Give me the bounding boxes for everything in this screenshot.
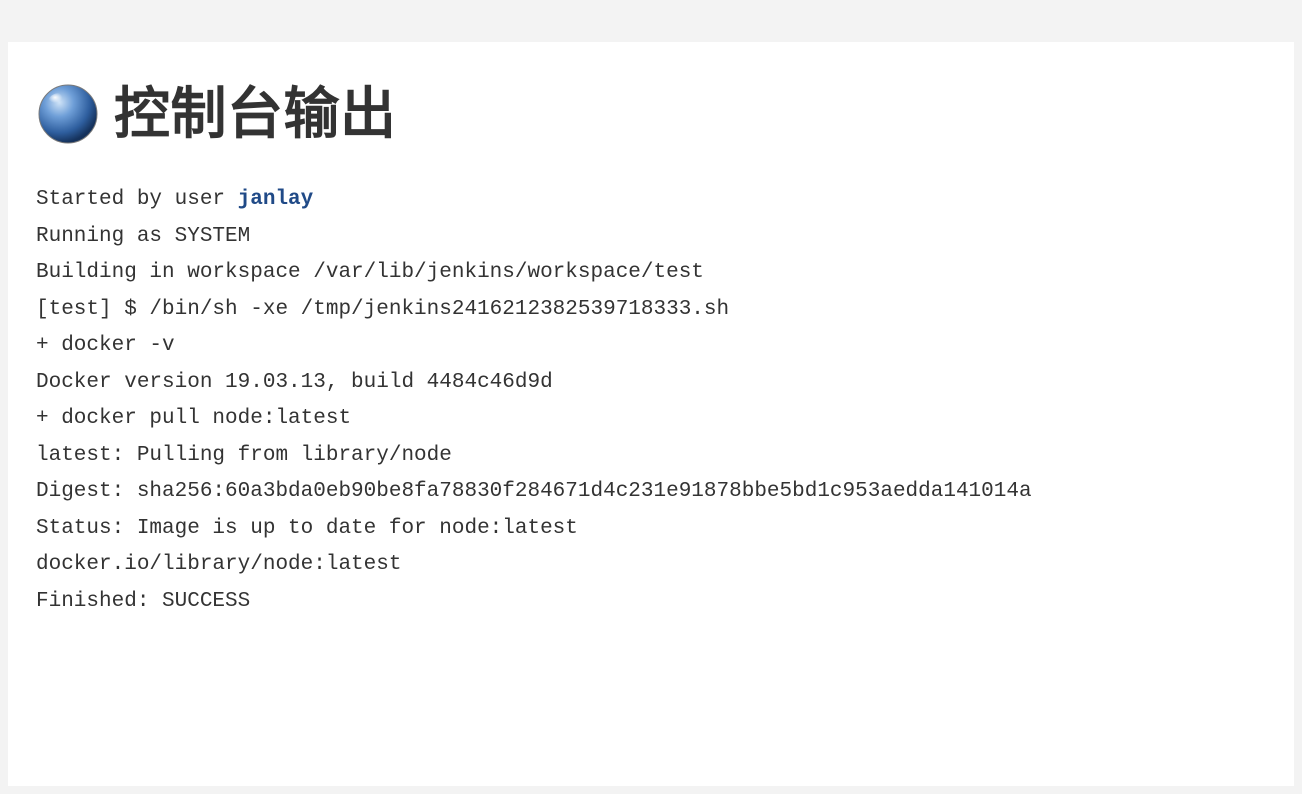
console-line: latest: Pulling from library/node <box>36 438 1266 475</box>
console-line: Building in workspace /var/lib/jenkins/w… <box>36 255 1266 292</box>
console-line: Digest: sha256:60a3bda0eb90be8fa78830f28… <box>36 474 1266 511</box>
console-line: Finished: SUCCESS <box>36 584 1266 621</box>
console-line: + docker -v <box>36 328 1266 365</box>
console-line: Status: Image is up to date for node:lat… <box>36 511 1266 548</box>
page-heading: 控制台输出 <box>36 82 1266 146</box>
started-by-prefix: Started by user <box>36 188 238 211</box>
console-line: docker.io/library/node:latest <box>36 547 1266 584</box>
console-line: [test] $ /bin/sh -xe /tmp/jenkins2416212… <box>36 292 1266 329</box>
build-status-orb-icon <box>36 82 100 146</box>
console-line: + docker pull node:latest <box>36 401 1266 438</box>
console-line: Running as SYSTEM <box>36 219 1266 256</box>
page-title: 控制台输出 <box>114 86 397 142</box>
console-output: Started by user janlayRunning as SYSTEMB… <box>36 182 1266 620</box>
console-line-started-by: Started by user janlay <box>36 182 1266 219</box>
console-output-panel: 控制台输出 Started by user janlayRunning as S… <box>8 42 1294 786</box>
console-line: Docker version 19.03.13, build 4484c46d9… <box>36 365 1266 402</box>
user-link[interactable]: janlay <box>238 188 314 211</box>
